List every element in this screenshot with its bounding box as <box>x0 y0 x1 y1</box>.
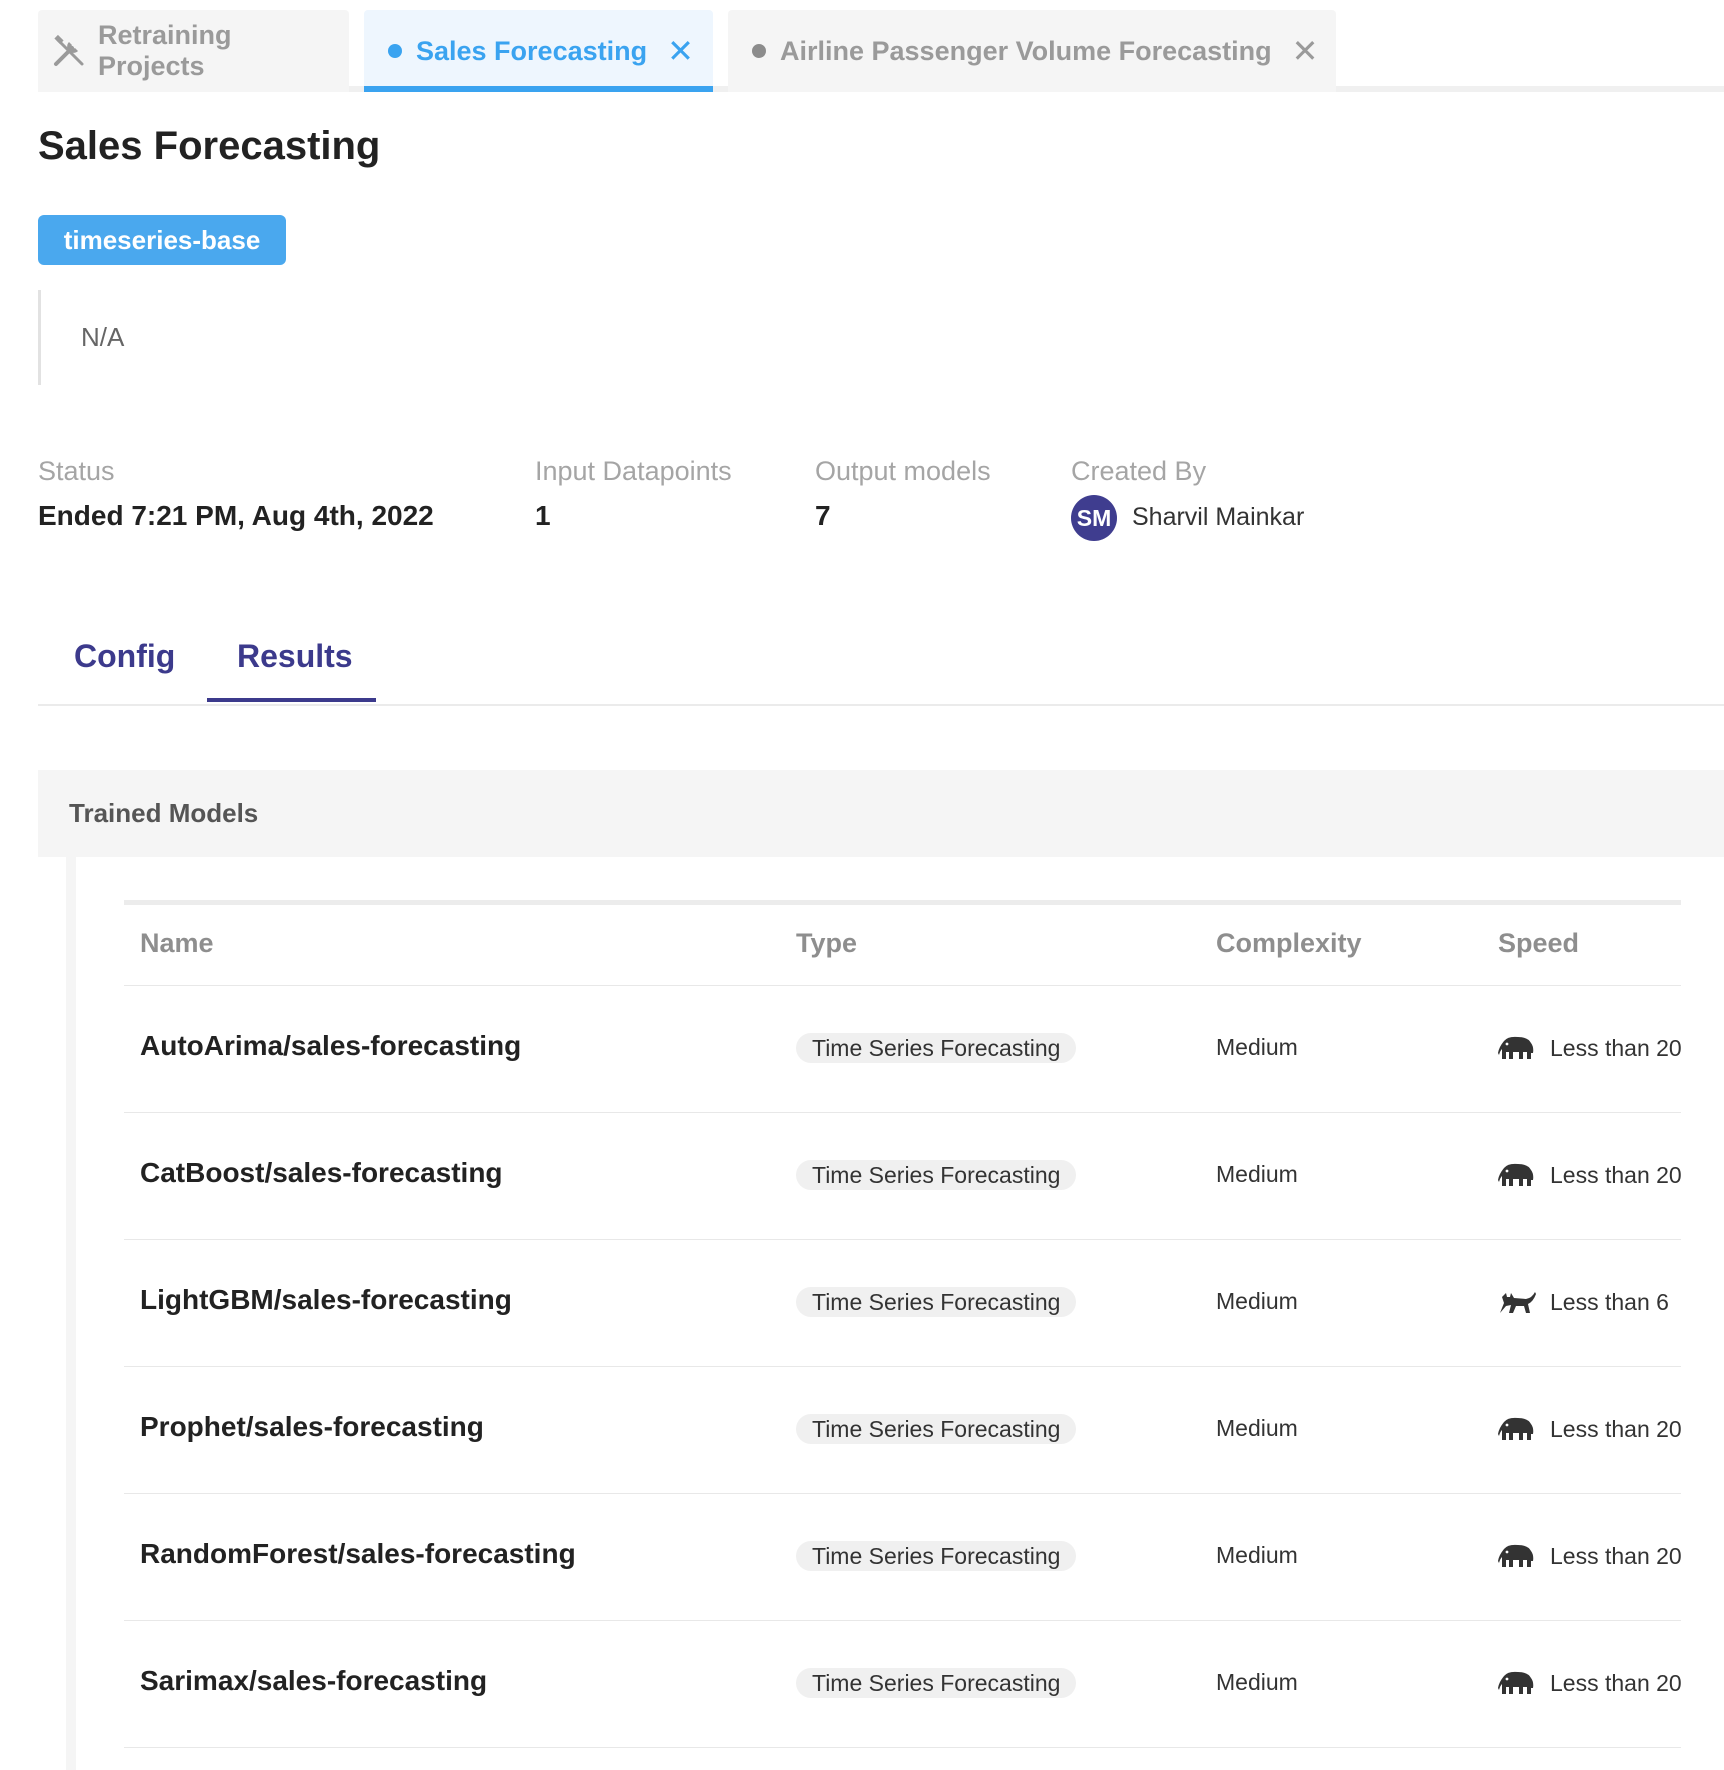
table-row[interactable]: CatBoost/sales-forecasting Time Series F… <box>124 1112 1681 1240</box>
tab-label: Sales Forecasting <box>416 35 648 66</box>
close-icon[interactable]: ✕ <box>667 35 694 67</box>
model-name[interactable]: Sarimax/sales-forecasting <box>140 1665 487 1697</box>
tab-results[interactable]: Results <box>237 638 353 675</box>
table-row[interactable]: RandomForest/sales-forecasting Time Seri… <box>124 1493 1681 1621</box>
model-name[interactable]: RandomForest/sales-forecasting <box>140 1538 576 1570</box>
close-icon[interactable]: ✕ <box>1292 35 1319 67</box>
model-speed: Less than 20 <box>1498 1409 1681 1449</box>
elephant-icon <box>1498 1163 1534 1186</box>
tab-airline-passenger-volume-forecasting[interactable]: Airline Passenger Volume Forecasting ✕ <box>728 10 1336 92</box>
page-title: Sales Forecasting <box>38 124 381 168</box>
table-row[interactable]: AutoArima/sales-forecasting Time Series … <box>124 985 1681 1113</box>
model-complexity: Medium <box>1216 1161 1298 1187</box>
model-complexity: Medium <box>1216 1034 1298 1060</box>
model-complexity: Medium <box>1216 1669 1298 1695</box>
model-type-badge: Time Series Forecasting <box>796 1668 1077 1698</box>
model-speed: Less than 20 <box>1498 1155 1681 1195</box>
speed-text: Less than 20 <box>1550 1161 1681 1188</box>
model-type-badge: Time Series Forecasting <box>796 1033 1077 1063</box>
input-datapoints-value: 1 <box>535 500 551 531</box>
model-speed: Less than 6 <box>1498 1282 1681 1322</box>
model-name[interactable]: CatBoost/sales-forecasting <box>140 1157 503 1189</box>
table-top-border <box>124 900 1681 905</box>
speed-text: Less than 20 <box>1550 1415 1681 1442</box>
section-tabs: Config Results <box>38 610 1724 706</box>
elephant-icon <box>1498 1417 1534 1440</box>
model-type-badge: Time Series Forecasting <box>796 1541 1077 1571</box>
model-speed: Less than 20 <box>1498 1028 1681 1068</box>
tab-sales-forecasting[interactable]: Sales Forecasting ✕ <box>364 10 713 92</box>
active-dot-icon <box>388 44 402 58</box>
cat-icon <box>1500 1292 1536 1313</box>
active-tab-indicator <box>207 698 376 702</box>
tab-label: Airline Passenger Volume Forecasting <box>780 35 1272 66</box>
model-speed: Less than 20 <box>1498 1663 1681 1703</box>
output-models-label: Output models <box>815 456 991 486</box>
table-row[interactable]: Sarimax/sales-forecasting Time Series Fo… <box>124 1620 1681 1748</box>
model-name[interactable]: AutoArima/sales-forecasting <box>140 1030 521 1062</box>
model-type-badge: Time Series Forecasting <box>796 1160 1077 1190</box>
project-tab-bar: Retraining Projects Sales Forecasting ✕ … <box>38 10 1724 92</box>
column-header-complexity: Complexity <box>1216 928 1362 958</box>
model-complexity: Medium <box>1216 1288 1298 1314</box>
input-datapoints-label: Input Datapoints <box>535 456 732 486</box>
description-text: N/A <box>81 322 125 352</box>
trained-models-title: Trained Models <box>69 798 259 828</box>
elephant-icon <box>1498 1671 1534 1694</box>
model-name[interactable]: LightGBM/sales-forecasting <box>140 1284 512 1316</box>
avatar: SM <box>1071 495 1117 541</box>
table-bottom-border <box>124 1747 1681 1749</box>
project-tag-badge: timeseries-base <box>38 215 286 265</box>
model-speed: Less than 20 <box>1498 1536 1681 1576</box>
trained-models-header[interactable]: Trained Models <box>38 770 1724 857</box>
status-label: Status <box>38 456 115 486</box>
speed-text: Less than 20 <box>1550 1669 1681 1696</box>
speed-text: Less than 20 <box>1550 1034 1681 1061</box>
project-description: N/A <box>38 290 638 385</box>
elephant-icon <box>1498 1544 1534 1567</box>
creator-name: Sharvil Mainkar <box>1132 503 1305 531</box>
tab-config[interactable]: Config <box>74 638 175 675</box>
panel-rail <box>66 857 76 1770</box>
status-value: Ended 7:21 PM, Aug 4th, 2022 <box>38 500 434 531</box>
model-complexity: Medium <box>1216 1415 1298 1441</box>
dot-icon <box>752 44 766 58</box>
tools-icon <box>52 34 86 68</box>
tab-retraining-projects[interactable]: Retraining Projects <box>38 10 349 92</box>
speed-text: Less than 6 <box>1550 1288 1669 1315</box>
tab-label: Retraining Projects <box>98 20 232 81</box>
output-models-value: 7 <box>815 500 831 531</box>
model-type-badge: Time Series Forecasting <box>796 1414 1077 1444</box>
table-row[interactable]: LightGBM/sales-forecasting Time Series F… <box>124 1239 1681 1367</box>
model-name[interactable]: Prophet/sales-forecasting <box>140 1411 484 1443</box>
created-by-label: Created By <box>1071 456 1207 486</box>
speed-text: Less than 20 <box>1550 1542 1681 1569</box>
model-type-badge: Time Series Forecasting <box>796 1287 1077 1317</box>
elephant-icon <box>1498 1036 1534 1059</box>
table-row[interactable]: Prophet/sales-forecasting Time Series Fo… <box>124 1366 1681 1494</box>
column-header-speed: Speed <box>1498 928 1580 958</box>
column-header-name: Name <box>140 928 214 958</box>
model-complexity: Medium <box>1216 1542 1298 1568</box>
column-header-type: Type <box>796 928 858 958</box>
